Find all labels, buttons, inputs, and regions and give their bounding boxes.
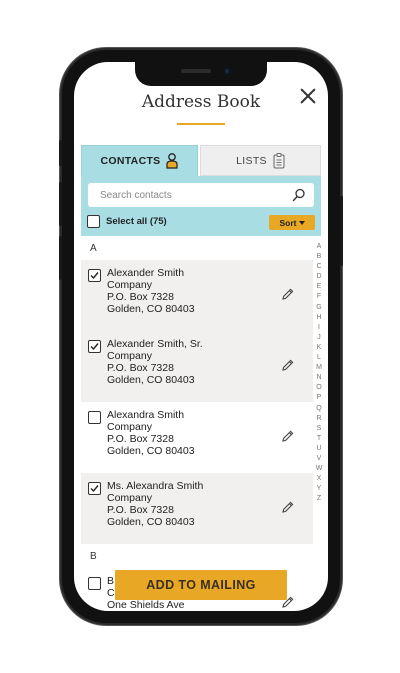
- contact-checkbox[interactable]: [88, 340, 101, 353]
- side-button: [59, 140, 62, 166]
- contact-name: Ms. Alexandra Smith: [107, 480, 204, 492]
- alphabet-letter-u[interactable]: U: [316, 444, 321, 454]
- speaker-grille: [181, 69, 211, 73]
- add-to-mailing-label: ADD TO MAILING: [146, 578, 256, 592]
- volume-up-button: [59, 182, 62, 226]
- alphabet-letter-f[interactable]: F: [317, 292, 321, 302]
- power-button: [340, 196, 343, 266]
- alphabet-letter-m[interactable]: M: [316, 363, 322, 373]
- add-to-mailing-button[interactable]: ADD TO MAILING: [115, 570, 287, 600]
- alphabet-index: ABCDEFGHIJKLMNOPQRSTUVWXYZ: [314, 242, 324, 504]
- contact-details: Alexandra Smith Company P.O. Box 7328 Go…: [107, 409, 195, 457]
- list-item[interactable]: Alexandra Smith Company P.O. Box 7328 Go…: [81, 402, 313, 473]
- tab-bar: CONTACTS LISTS: [81, 145, 321, 176]
- alphabet-letter-c[interactable]: C: [316, 262, 321, 272]
- alphabet-letter-z[interactable]: Z: [317, 494, 321, 504]
- contact-city: Golden, CO 80403: [107, 374, 195, 386]
- contact-city: Golden, CO 80403: [107, 445, 195, 457]
- contact-name: Alexandra Smith: [107, 409, 185, 421]
- contact-address: P.O. Box 7328: [107, 291, 174, 303]
- alphabet-letter-w[interactable]: W: [316, 464, 323, 474]
- list-item[interactable]: Alexander Smith, Sr. Company P.O. Box 73…: [81, 331, 313, 402]
- contact-address: P.O. Box 7328: [107, 504, 174, 516]
- alphabet-letter-i[interactable]: I: [318, 323, 320, 333]
- tab-contacts-label: CONTACTS: [100, 155, 161, 167]
- contact-company: Company: [107, 279, 152, 291]
- contact-name: Alexander Smith: [107, 267, 185, 279]
- contact-address: One Shields Ave: [107, 599, 185, 611]
- contact-name: Alexander Smith, Sr.: [107, 338, 203, 350]
- search-input[interactable]: Search contacts: [88, 183, 314, 207]
- tab-contacts[interactable]: CONTACTS: [81, 145, 198, 176]
- alphabet-letter-s[interactable]: S: [317, 424, 322, 434]
- phone-notch: [135, 62, 267, 86]
- select-all-row[interactable]: Select all (75): [87, 215, 167, 228]
- alphabet-letter-k[interactable]: K: [317, 343, 322, 353]
- person-icon: [166, 153, 179, 169]
- alphabet-letter-g[interactable]: G: [316, 303, 321, 313]
- contact-details: Alexander Smith, Sr. Company P.O. Box 73…: [107, 338, 203, 386]
- title-underline: [177, 123, 225, 125]
- alphabet-letter-o[interactable]: O: [316, 383, 321, 393]
- alphabet-letter-j[interactable]: J: [317, 333, 321, 343]
- alphabet-letter-v[interactable]: V: [317, 454, 322, 464]
- alphabet-letter-b[interactable]: B: [317, 252, 322, 262]
- tab-lists[interactable]: LISTS: [200, 145, 321, 176]
- contact-checkbox[interactable]: [88, 482, 101, 495]
- contact-address: P.O. Box 7328: [107, 433, 174, 445]
- app-screen: Address Book CONTACTS LISTS Search conta…: [74, 62, 328, 611]
- list-item[interactable]: Alexander Smith Company P.O. Box 7328 Go…: [81, 260, 313, 331]
- contact-details: Alexander Smith Company P.O. Box 7328 Go…: [107, 267, 195, 315]
- checkmark-icon: [90, 343, 99, 351]
- alphabet-letter-x[interactable]: X: [317, 474, 322, 484]
- volume-down-button: [59, 236, 62, 280]
- alphabet-letter-e[interactable]: E: [317, 282, 322, 292]
- sort-label: Sort: [279, 217, 297, 228]
- pencil-icon[interactable]: [281, 358, 295, 372]
- close-button[interactable]: [298, 86, 318, 106]
- section-header-b: B: [81, 544, 313, 568]
- contact-details: Ms. Alexandra Smith Company P.O. Box 732…: [107, 480, 203, 528]
- alphabet-letter-p[interactable]: P: [317, 393, 322, 403]
- select-all-checkbox[interactable]: [87, 215, 100, 228]
- alphabet-letter-q[interactable]: Q: [316, 404, 321, 414]
- contact-city: Golden, CO 80403: [107, 516, 195, 528]
- select-all-label: Select all (75): [106, 216, 167, 227]
- contact-company: Company: [107, 350, 152, 362]
- alphabet-letter-a[interactable]: A: [317, 242, 322, 252]
- pencil-icon[interactable]: [281, 287, 295, 301]
- pencil-icon[interactable]: [281, 429, 295, 443]
- front-camera: [223, 67, 231, 75]
- alphabet-letter-r[interactable]: R: [316, 414, 321, 424]
- contact-company: Company: [107, 421, 152, 433]
- alphabet-letter-y[interactable]: Y: [317, 484, 322, 494]
- search-placeholder: Search contacts: [100, 189, 172, 201]
- alphabet-letter-d[interactable]: D: [316, 272, 321, 282]
- list-item[interactable]: Ms. Alexandra Smith Company P.O. Box 732…: [81, 473, 313, 544]
- alphabet-letter-h[interactable]: H: [316, 313, 321, 323]
- contact-address: P.O. Box 7328: [107, 362, 174, 374]
- contact-checkbox[interactable]: [88, 411, 101, 424]
- page-title: Address Book: [141, 92, 261, 112]
- checkmark-icon: [90, 485, 99, 493]
- contact-city: Golden, CO 80403: [107, 303, 195, 315]
- sort-button[interactable]: Sort: [269, 215, 315, 230]
- pencil-icon[interactable]: [281, 500, 295, 514]
- clipboard-icon: [273, 152, 285, 168]
- contact-company: Company: [107, 492, 152, 504]
- contact-list: A Alexander Smith Company P.O. Box 7328 …: [81, 236, 313, 611]
- search-panel: Search contacts Select all (75) Sort: [81, 176, 321, 236]
- caret-down-icon: [298, 220, 305, 225]
- tab-lists-label: LISTS: [236, 154, 267, 167]
- alphabet-letter-l[interactable]: L: [317, 353, 321, 363]
- contact-checkbox[interactable]: [88, 577, 101, 590]
- search-icon[interactable]: [292, 188, 306, 202]
- contact-checkbox[interactable]: [88, 269, 101, 282]
- checkmark-icon: [90, 272, 99, 280]
- alphabet-letter-t[interactable]: T: [317, 434, 321, 444]
- alphabet-letter-n[interactable]: N: [316, 373, 321, 383]
- section-header-a: A: [81, 236, 313, 260]
